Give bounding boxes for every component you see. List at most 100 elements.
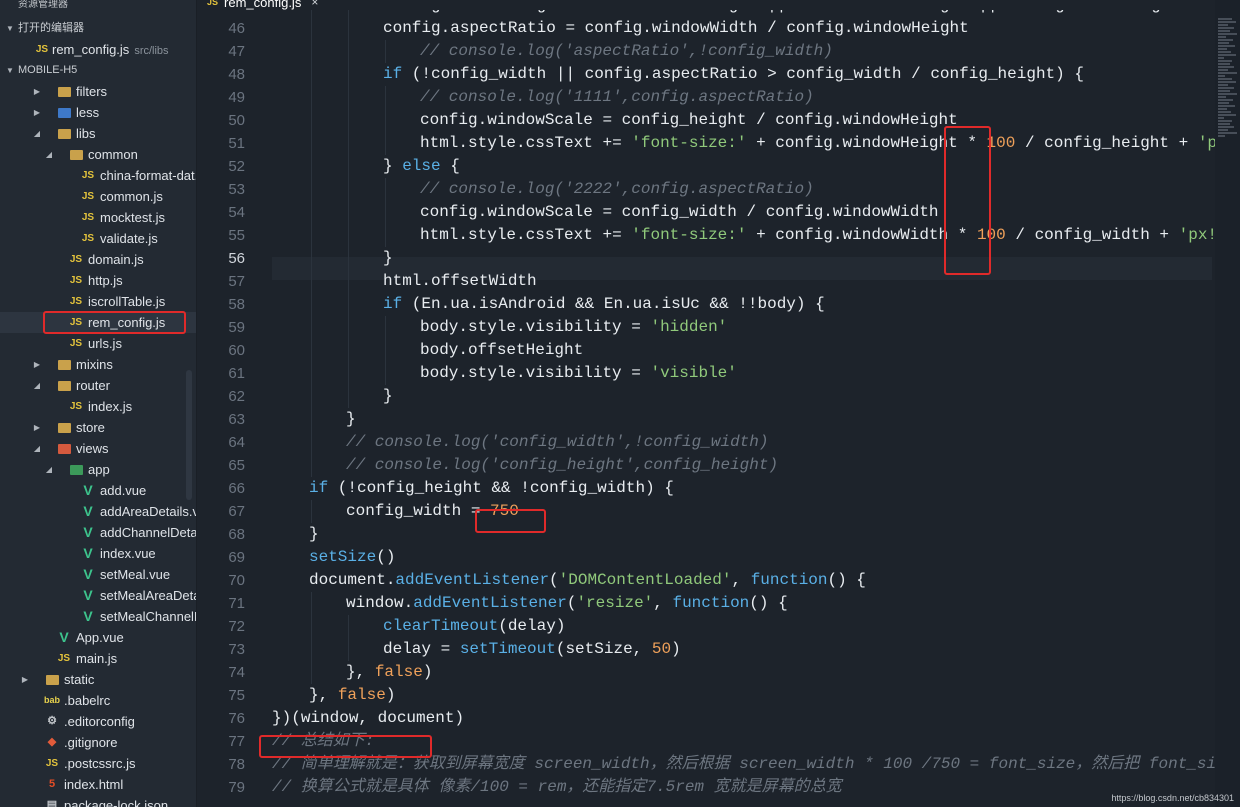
sidebar-scrollbar[interactable] (186, 370, 192, 500)
tree-item[interactable]: JS index.js (0, 396, 196, 417)
code-line[interactable]: if (!config_width || config.aspectRatio … (383, 63, 1084, 86)
indent-guide (385, 132, 386, 155)
tree-item[interactable]: JS validate.js (0, 228, 196, 249)
tree-item[interactable]: Vindex.vue (0, 543, 196, 564)
tree-item[interactable]: ⚙ .editorconfig (0, 711, 196, 732)
code-line[interactable]: }, false) (309, 684, 395, 707)
tree-item-label: common (88, 147, 138, 162)
code-line[interactable]: config.windowScale = config_width / conf… (420, 201, 939, 224)
code-token: windowWidth (832, 203, 939, 221)
code-line[interactable]: // console.log('1111',config.aspectRatio… (420, 86, 814, 109)
open-editors-section[interactable]: ▼ 打开的编辑器 (0, 18, 196, 39)
tree-item[interactable]: ▶ mixins (0, 354, 196, 375)
tree-item[interactable]: 5 index.html (0, 774, 196, 795)
tree-item[interactable]: V App.vue (0, 627, 196, 648)
code-token: style (468, 318, 517, 336)
code-token: 50 (651, 640, 672, 658)
code-editor[interactable]: 45config.windowHeight = html.clientHeigh… (197, 0, 1240, 807)
tree-item[interactable]: bab .babelrc (0, 690, 196, 711)
code-line[interactable]: document.addEventListener('DOMContentLoa… (309, 569, 866, 592)
tree-item[interactable]: VaddChannelDetai... (0, 522, 196, 543)
tree-item[interactable]: ◢ common (0, 144, 196, 165)
js-file-icon: JS (81, 233, 95, 244)
code-line[interactable]: html.style.cssText += 'font-size:' + con… (420, 224, 1240, 247)
code-line[interactable]: body.offsetHeight (420, 339, 583, 362)
code-line[interactable]: } (346, 408, 356, 431)
tree-item[interactable]: JS china-format-dat... (0, 165, 196, 186)
tree-item[interactable]: JS urls.js (0, 333, 196, 354)
chevron-right-icon[interactable]: ▶ (32, 81, 42, 102)
close-icon[interactable]: × (311, 0, 318, 9)
tree-item[interactable]: ▶ filters (0, 81, 196, 102)
code-line[interactable]: body.style.visibility = 'visible' (420, 362, 737, 385)
chevron-down-icon[interactable]: ◢ (32, 123, 42, 144)
tree-item[interactable]: JS main.js (0, 648, 196, 669)
code-line[interactable]: } else { (383, 155, 460, 178)
code-line[interactable]: html.style.cssText += 'font-size:' + con… (420, 132, 1240, 155)
code-line[interactable]: window.addEventListener('resize', functi… (346, 592, 788, 615)
code-token: } (346, 410, 356, 428)
chevron-right-icon[interactable]: ▶ (32, 354, 42, 375)
tree-item[interactable]: Vadd.vue (0, 480, 196, 501)
tree-item[interactable]: VsetMealChannelD... (0, 606, 196, 627)
code-line[interactable]: if (!config_height && !config_width) { (309, 477, 674, 500)
code-line[interactable]: }, false) (346, 661, 432, 684)
code-line[interactable]: if (En.ua.isAndroid && En.ua.isUc && !!b… (383, 293, 825, 316)
code-line[interactable]: setSize() (309, 546, 395, 569)
code-line[interactable]: // console.log('config_width',!config_wi… (346, 431, 768, 454)
code-token: . (516, 134, 526, 152)
chevron-right-icon[interactable]: ▶ (32, 417, 42, 438)
tree-item[interactable]: ◢ views (0, 438, 196, 459)
code-line[interactable]: delay = setTimeout(setSize, 50) (383, 638, 681, 661)
tree-item[interactable]: ▶ less (0, 102, 196, 123)
code-line[interactable]: clearTimeout(delay) (383, 615, 565, 638)
code-line[interactable]: // console.log('aspectRatio',!config_wid… (420, 40, 833, 63)
chevron-down-icon[interactable]: ◢ (44, 144, 54, 165)
chevron-right-icon[interactable]: ▶ (20, 669, 30, 690)
tree-item[interactable]: ▤ package-lock.json (0, 795, 196, 807)
open-editor-item[interactable]: JS rem_config.js src/libs (0, 39, 196, 60)
tree-item[interactable]: VsetMealAreaDeta... (0, 585, 196, 606)
tree-item[interactable]: VaddAreaDetails.v... (0, 501, 196, 522)
tree-item[interactable]: VsetMeal.vue (0, 564, 196, 585)
code-line[interactable]: } (383, 385, 393, 408)
tree-item[interactable]: ◢ router (0, 375, 196, 396)
code-line[interactable]: html.offsetWidth (383, 270, 537, 293)
minimap-line (1218, 78, 1232, 80)
tree-item[interactable]: JS http.js (0, 270, 196, 291)
tree-item[interactable]: ▶ static (0, 669, 196, 690)
chevron-down-icon[interactable]: ◢ (32, 375, 42, 396)
tree-item[interactable]: ▶ store (0, 417, 196, 438)
tree-item[interactable]: ◢ libs (0, 123, 196, 144)
code-line[interactable]: } (383, 247, 393, 270)
code-line[interactable]: config.windowScale = config_height / con… (420, 109, 958, 132)
chevron-down-icon[interactable]: ◢ (44, 459, 54, 480)
code-token: config (775, 226, 833, 244)
code-token: / (736, 203, 766, 221)
tree-item[interactable]: ◢ app (0, 459, 196, 480)
code-line[interactable]: // console.log('config_height',config_he… (346, 454, 778, 477)
project-section[interactable]: ▼ MOBILE-H5 (0, 60, 196, 81)
chevron-down-icon[interactable]: ◢ (32, 438, 42, 459)
code-line[interactable]: config.aspectRatio = config.windowWidth … (383, 17, 969, 40)
code-line[interactable]: body.style.visibility = 'hidden' (420, 316, 727, 339)
tab-rem-config[interactable]: JS rem_config.js × (197, 0, 328, 10)
tree-item[interactable]: JS iscrollTable.js (0, 291, 196, 312)
code-line[interactable]: } (309, 523, 319, 546)
tree-item[interactable]: JS common.js (0, 186, 196, 207)
line-number: 77 (228, 733, 245, 750)
tree-item[interactable]: JS .postcssrc.js (0, 753, 196, 774)
annotation-box-100 (944, 126, 991, 275)
code-token: = (621, 318, 651, 336)
code-token: setTimeout (459, 640, 556, 658)
minimap[interactable] (1215, 0, 1240, 807)
tree-item[interactable]: JS mocktest.js (0, 207, 196, 228)
tree-item[interactable]: ◆ .gitignore (0, 732, 196, 753)
code-line[interactable]: })(window, document) (272, 707, 464, 730)
vue-file-icon: V (83, 608, 93, 624)
chevron-right-icon[interactable]: ▶ (32, 102, 42, 123)
js-file-icon: JS (45, 758, 59, 769)
tree-item[interactable]: JS domain.js (0, 249, 196, 270)
code-line[interactable]: // 换算公式就是具体 像素/100 = rem，还能指定7.5rem 宽就是屏… (272, 776, 842, 799)
code-line[interactable]: // console.log('2222',config.aspectRatio… (420, 178, 814, 201)
